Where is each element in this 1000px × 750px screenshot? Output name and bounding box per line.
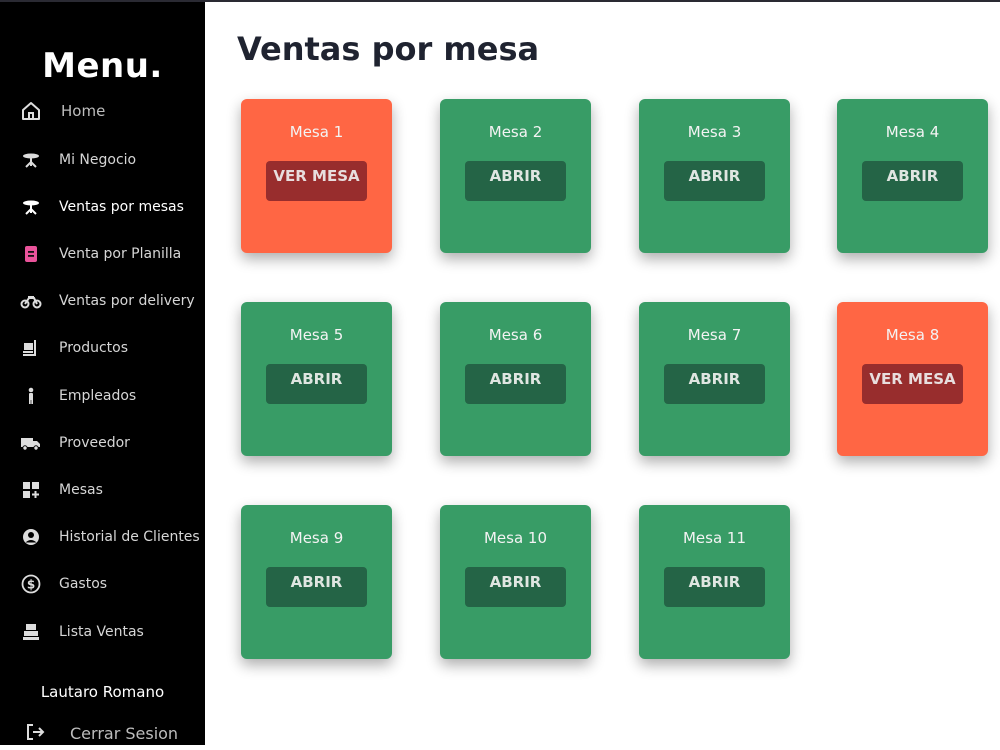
table-name: Mesa 7: [687, 326, 742, 344]
open-table-button[interactable]: ABRIR: [465, 161, 566, 201]
table-card: Mesa 10 ABRIR: [440, 505, 591, 659]
sidebar-item-label: Lista Ventas: [59, 624, 144, 640]
svg-text:$: $: [27, 578, 35, 592]
sidebar-item-label: Venta por Planilla: [59, 246, 182, 262]
sidebar-item-mi-negocio[interactable]: Mi Negocio: [0, 140, 205, 180]
table-card: Mesa 9 ABRIR: [241, 505, 392, 659]
open-table-button[interactable]: ABRIR: [266, 364, 367, 404]
sidebar-item-label: Home: [61, 102, 106, 120]
table-name: Mesa 11: [682, 529, 747, 547]
view-table-button[interactable]: VER MESA: [266, 161, 367, 201]
table-name: Mesa 6: [488, 326, 543, 344]
sidebar-item-gastos[interactable]: $ Gastos: [0, 564, 205, 604]
open-table-button[interactable]: ABRIR: [664, 364, 765, 404]
view-table-button[interactable]: VER MESA: [862, 364, 963, 404]
user-name: Lautaro Romano: [40, 683, 165, 701]
sidebar-item-label: Historial de Clientes: [59, 529, 200, 545]
table-icon: [20, 149, 42, 171]
table-icon: [20, 196, 42, 218]
dolly-icon: [20, 337, 42, 359]
sidebar-brand: Menu.: [42, 46, 163, 86]
money-icon: $: [20, 573, 42, 595]
table-name: Mesa 10: [483, 529, 548, 547]
motorcycle-icon: [20, 290, 42, 312]
sidebar-item-home[interactable]: Home: [0, 91, 205, 131]
sidebar-item-ventas-por-delivery[interactable]: Ventas por delivery: [0, 281, 205, 321]
open-table-button[interactable]: ABRIR: [862, 161, 963, 201]
table-card: Mesa 4 ABRIR: [837, 99, 988, 253]
open-table-button[interactable]: ABRIR: [664, 161, 765, 201]
table-name: Mesa 9: [289, 529, 344, 547]
table-card: Mesa 3 ABRIR: [639, 99, 790, 253]
user-circle-icon: [20, 526, 42, 548]
sidebar-item-historial-de-clientes[interactable]: Historial de Clientes: [0, 517, 205, 557]
page-title: Ventas por mesa: [237, 30, 540, 68]
sidebar-item-proveedor[interactable]: Proveedor: [0, 423, 205, 463]
table-name: Mesa 1: [289, 123, 344, 141]
sidebar-item-label: Proveedor: [59, 435, 130, 451]
sidebar-item-productos[interactable]: Productos: [0, 328, 205, 368]
sidebar-item-empleados[interactable]: Empleados: [0, 376, 205, 416]
table-name: Mesa 4: [885, 123, 940, 141]
grid-plus-icon: [20, 479, 42, 501]
table-name: Mesa 3: [687, 123, 742, 141]
person-icon: [20, 385, 42, 407]
open-table-button[interactable]: ABRIR: [465, 567, 566, 607]
register-icon: [20, 621, 42, 643]
table-card: Mesa 11 ABRIR: [639, 505, 790, 659]
truck-icon: [20, 432, 42, 454]
table-card: Mesa 1 VER MESA: [241, 99, 392, 253]
sidebar-item-ventas-por-mesas[interactable]: Ventas por mesas: [0, 187, 205, 227]
table-name: Mesa 8: [885, 326, 940, 344]
open-table-button[interactable]: ABRIR: [664, 567, 765, 607]
table-name: Mesa 2: [488, 123, 543, 141]
sidebar-item-label: Ventas por mesas: [59, 199, 184, 215]
sidebar: Menu. Home Mi Negocio Ventas por mesas V…: [0, 2, 205, 745]
sidebar-item-label: Productos: [59, 340, 129, 356]
table-card: Mesa 6 ABRIR: [440, 302, 591, 456]
sidebar-item-venta-por-planilla[interactable]: Venta por Planilla: [0, 234, 205, 274]
table-card: Mesa 5 ABRIR: [241, 302, 392, 456]
home-icon: [20, 100, 42, 122]
sidebar-item-label: Gastos: [59, 576, 108, 592]
logout-icon: [25, 722, 47, 744]
logout-button[interactable]: Cerrar Sesion: [0, 720, 205, 750]
open-table-button[interactable]: ABRIR: [465, 364, 566, 404]
table-card: Mesa 7 ABRIR: [639, 302, 790, 456]
sidebar-item-label: Ventas por delivery: [59, 293, 195, 309]
sidebar-item-label: Empleados: [59, 388, 137, 404]
sidebar-item-label: Mi Negocio: [59, 152, 137, 168]
table-card: Mesa 8 VER MESA: [837, 302, 988, 456]
open-table-button[interactable]: ABRIR: [266, 567, 367, 607]
table-name: Mesa 5: [289, 326, 344, 344]
sheet-icon: [20, 243, 42, 265]
sidebar-item-label: Mesas: [59, 482, 103, 498]
sidebar-item-lista-ventas[interactable]: Lista Ventas: [0, 612, 205, 652]
sidebar-item-mesas[interactable]: Mesas: [0, 470, 205, 510]
table-card: Mesa 2 ABRIR: [440, 99, 591, 253]
logout-label: Cerrar Sesion: [70, 724, 179, 743]
